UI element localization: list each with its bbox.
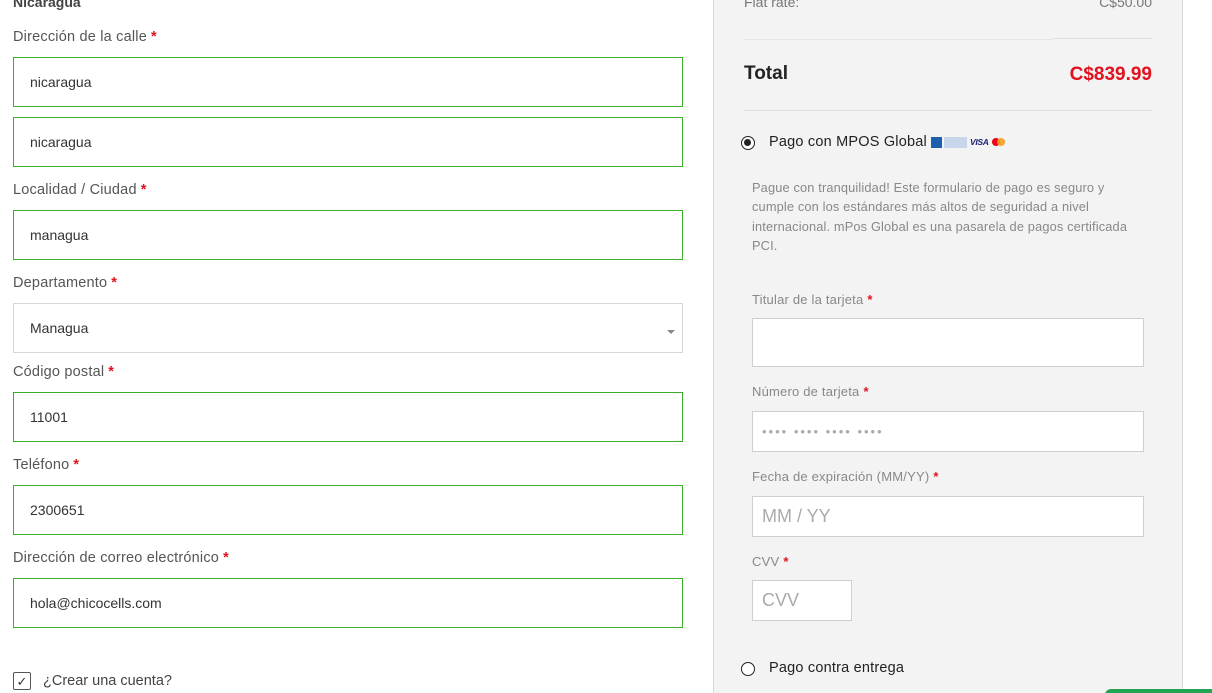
create-account-checkbox[interactable]: ✓: [13, 672, 31, 690]
phone-label: Teléfono *: [13, 457, 80, 473]
mastercard-logo-icon: [991, 138, 1005, 146]
street-address-line1-input[interactable]: [13, 57, 683, 107]
required-mark: *: [933, 469, 939, 484]
divider: [744, 39, 1054, 40]
chevron-down-icon: [667, 330, 675, 334]
state-label: Departamento *: [13, 275, 118, 291]
country-value: Nicaragua: [13, 0, 81, 10]
expiry-label: Fecha de expiración (MM/YY) *: [752, 469, 939, 484]
postcode-input[interactable]: [13, 392, 683, 442]
chat-widget-edge[interactable]: [1105, 689, 1212, 693]
divider: [744, 110, 1152, 111]
required-mark: *: [783, 554, 789, 569]
required-mark: *: [111, 275, 118, 291]
payment-method-mpos-label[interactable]: Pago con MPOS Global: [769, 134, 927, 150]
mpos-logo-icon: [931, 136, 967, 148]
card-holder-input[interactable]: [752, 318, 1144, 367]
card-number-label: Número de tarjeta *: [752, 384, 869, 399]
divider: [1054, 38, 1152, 39]
payment-method-cod-radio[interactable]: [741, 662, 755, 676]
flat-rate-value: C$50.00: [1099, 0, 1152, 10]
email-label: Dirección de correo electrónico *: [13, 550, 229, 566]
required-mark: *: [863, 384, 869, 399]
required-mark: *: [73, 457, 80, 473]
cvv-input[interactable]: [752, 580, 852, 621]
shipping-row: Flat rate: C$50.00: [744, 0, 1152, 10]
city-label: Localidad / Ciudad *: [13, 182, 147, 198]
expiry-input[interactable]: [752, 496, 1144, 537]
total-value: C$839.99: [1069, 64, 1152, 85]
street-label: Dirección de la calle *: [13, 29, 157, 45]
payment-description: Pague con tranquilidad! Este formulario …: [752, 180, 1128, 253]
required-mark: *: [867, 292, 873, 307]
phone-input[interactable]: [13, 485, 683, 535]
state-select-value: Managua: [30, 320, 89, 336]
payment-logos: VISA: [931, 135, 1005, 149]
card-number-input[interactable]: [752, 411, 1144, 452]
check-icon: ✓: [16, 673, 28, 689]
street-address-line2-input[interactable]: [13, 117, 683, 167]
visa-logo-icon: VISA: [970, 137, 989, 147]
email-input[interactable]: [13, 578, 683, 628]
payment-method-mpos-radio[interactable]: [741, 136, 755, 150]
required-mark: *: [108, 364, 115, 380]
required-mark: *: [140, 182, 147, 198]
flat-rate-label: Flat rate:: [744, 0, 800, 10]
create-account-label: ¿Crear una cuenta?: [43, 673, 172, 689]
total-label: Total: [744, 63, 788, 84]
required-mark: *: [150, 29, 157, 45]
postcode-label: Código postal *: [13, 364, 115, 380]
payment-method-cod-label[interactable]: Pago contra entrega: [769, 660, 904, 676]
city-input[interactable]: [13, 210, 683, 260]
card-holder-label: Titular de la tarjeta *: [752, 292, 873, 307]
required-mark: *: [223, 550, 229, 566]
state-select[interactable]: Managua: [13, 303, 683, 353]
cvv-label: CVV *: [752, 554, 789, 569]
